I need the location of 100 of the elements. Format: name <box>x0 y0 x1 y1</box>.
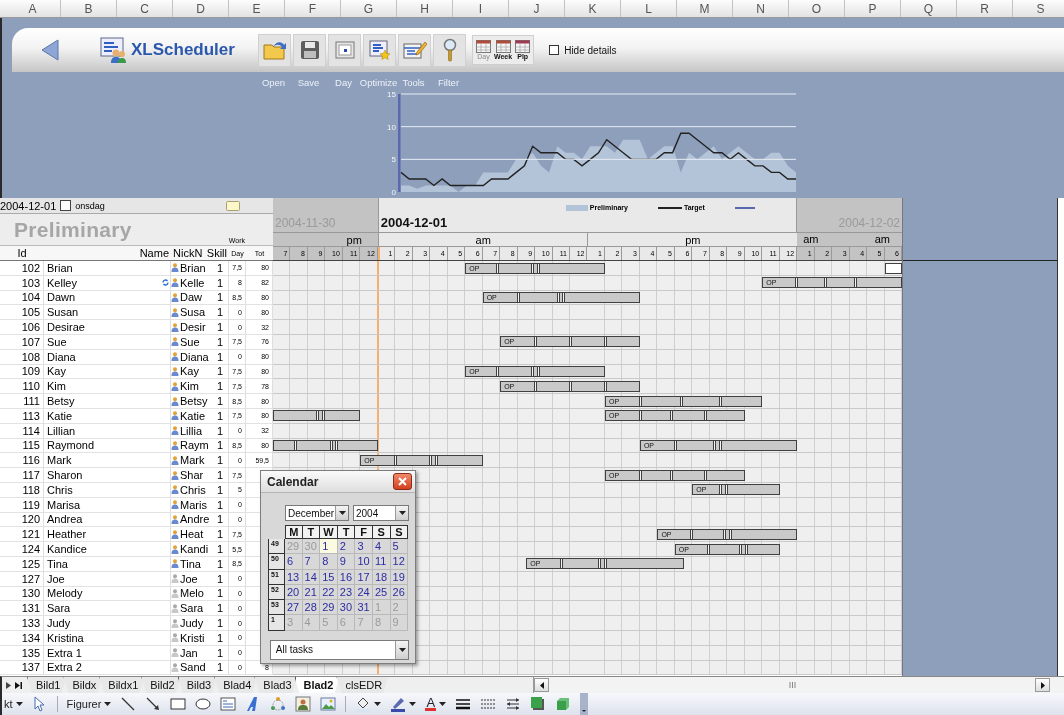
calendar-day[interactable]: 23 <box>337 584 356 601</box>
column-header[interactable]: R <box>957 0 1013 17</box>
year-dropdown[interactable]: 2004 <box>353 505 409 521</box>
column-header[interactable]: E <box>229 0 285 17</box>
calendar-day[interactable]: 17 <box>355 569 373 585</box>
column-header[interactable]: M <box>677 0 733 17</box>
ellipse-icon[interactable] <box>195 696 212 712</box>
toolbar-button[interactable] <box>398 33 431 67</box>
calendar-day[interactable]: 28 <box>302 600 321 616</box>
pen-icon[interactable] <box>390 696 407 712</box>
scrollbar[interactable] <box>533 677 1064 693</box>
diagram-icon[interactable] <box>270 696 287 712</box>
toolbar-button[interactable] <box>433 33 466 67</box>
text-box-icon[interactable] <box>220 696 237 712</box>
calendar-day[interactable]: 10 <box>355 554 373 570</box>
sheet-tab[interactable]: Blad3 <box>254 677 298 693</box>
image-icon[interactable] <box>320 696 337 712</box>
calendar-day[interactable]: 5 <box>390 539 409 555</box>
sheet-tab[interactable]: Bild1 <box>27 677 67 693</box>
sheet-tab[interactable]: Bildx <box>63 677 103 693</box>
shapes-menu[interactable]: Figurer <box>66 698 112 710</box>
close-button[interactable] <box>393 473 412 490</box>
arrow-icon[interactable] <box>145 696 162 712</box>
column-header[interactable]: K <box>565 0 621 17</box>
calendar-day[interactable]: 30 <box>337 600 356 616</box>
dash-style-icon[interactable] <box>480 696 497 712</box>
toolbar-button[interactable] <box>258 33 291 67</box>
scroll-right-button[interactable] <box>1035 678 1050 692</box>
cube-icon[interactable] <box>555 696 572 712</box>
table-cell: Chris <box>47 483 73 496</box>
column-header[interactable]: B <box>61 0 117 17</box>
column-header[interactable]: J <box>509 0 565 17</box>
line-style-icon[interactable] <box>455 696 472 712</box>
calendar-day[interactable]: 22 <box>320 584 338 601</box>
calendar-day[interactable]: 11 <box>372 554 391 570</box>
sheet-tab[interactable]: Bild3 <box>177 677 218 693</box>
calendar-day[interactable]: 4 <box>372 539 391 555</box>
checkbox[interactable] <box>60 200 72 211</box>
column-header[interactable]: Q <box>901 0 957 17</box>
calendar-day[interactable]: 2 <box>337 539 356 555</box>
rectangle-icon[interactable] <box>170 696 187 712</box>
fill-bucket-icon[interactable] <box>355 696 372 712</box>
shift-bar[interactable] <box>273 410 361 422</box>
calendar-day[interactable]: 8 <box>320 554 338 570</box>
calendar-day[interactable]: 29 <box>320 600 338 616</box>
calendar-day[interactable]: 25 <box>372 584 391 601</box>
sheet-tab[interactable]: Blad4 <box>214 677 258 693</box>
calendar-day[interactable]: 31 <box>355 600 373 616</box>
column-header[interactable]: S <box>1013 0 1064 17</box>
calendar-day[interactable]: 24 <box>355 584 373 601</box>
table-cell: 1 <box>216 276 223 289</box>
next-sheet-icon[interactable] <box>6 681 11 689</box>
sheet-tab[interactable]: Blad2 <box>294 677 340 693</box>
calendar-day[interactable]: 26 <box>390 584 409 601</box>
sheet-tab[interactable]: clsEDR <box>336 677 389 693</box>
line-icon[interactable] <box>120 696 137 712</box>
toolbar-button[interactable] <box>363 33 396 67</box>
column-header[interactable]: N <box>733 0 789 17</box>
calendar-day[interactable]: 1 <box>320 539 338 555</box>
calendar-day[interactable]: 20 <box>285 584 303 601</box>
clip-art-icon[interactable] <box>295 696 312 712</box>
column-header[interactable]: L <box>621 0 677 17</box>
calendar-day[interactable]: 18 <box>372 569 391 585</box>
back-arrow-icon[interactable] <box>40 39 60 61</box>
calendar-day[interactable]: 14 <box>302 569 321 585</box>
month-dropdown[interactable]: December <box>285 505 349 521</box>
column-header[interactable]: O <box>789 0 845 17</box>
column-header[interactable]: I <box>453 0 509 17</box>
calendar-day[interactable]: 9 <box>337 554 356 570</box>
arrow-style-icon[interactable] <box>505 696 522 712</box>
column-header[interactable]: P <box>845 0 901 17</box>
column-header[interactable]: D <box>173 0 229 17</box>
calendar-day[interactable]: 19 <box>390 569 409 585</box>
column-header[interactable]: A <box>5 0 61 17</box>
filter-dropdown[interactable]: All tasks <box>270 639 409 660</box>
column-header[interactable]: H <box>397 0 453 17</box>
column-header[interactable]: C <box>117 0 173 17</box>
column-header[interactable]: G <box>341 0 397 17</box>
shadow-icon[interactable] <box>530 696 547 712</box>
shift-bar[interactable] <box>273 440 378 452</box>
calendar-day[interactable]: 13 <box>285 569 303 585</box>
calendar-day[interactable]: 12 <box>390 554 409 570</box>
actions-menu[interactable]: kt <box>4 698 23 710</box>
sheet-tab[interactable]: Bildx1 <box>99 677 145 693</box>
calendar-day[interactable]: 16 <box>337 569 356 585</box>
calendar-day[interactable]: 3 <box>355 539 373 555</box>
calendar-day[interactable]: 21 <box>302 584 321 601</box>
toolbar-handle-icon[interactable] <box>580 693 589 715</box>
font-color-button[interactable]: A <box>425 697 437 711</box>
scroll-grip-icon[interactable] <box>788 682 796 688</box>
calendar-day[interactable]: 7 <box>302 554 321 570</box>
calendar-day[interactable]: 27 <box>285 600 303 616</box>
checkbox[interactable] <box>549 45 560 55</box>
column-header[interactable]: F <box>285 0 341 17</box>
sheet-tab[interactable]: Bild2 <box>141 677 181 693</box>
scroll-left-button[interactable] <box>534 678 549 692</box>
calendar-day[interactable]: 15 <box>320 569 338 585</box>
last-sheet-icon[interactable] <box>15 681 22 689</box>
calendar-day[interactable]: 6 <box>285 554 303 570</box>
toolbar-button[interactable] <box>293 33 326 67</box>
